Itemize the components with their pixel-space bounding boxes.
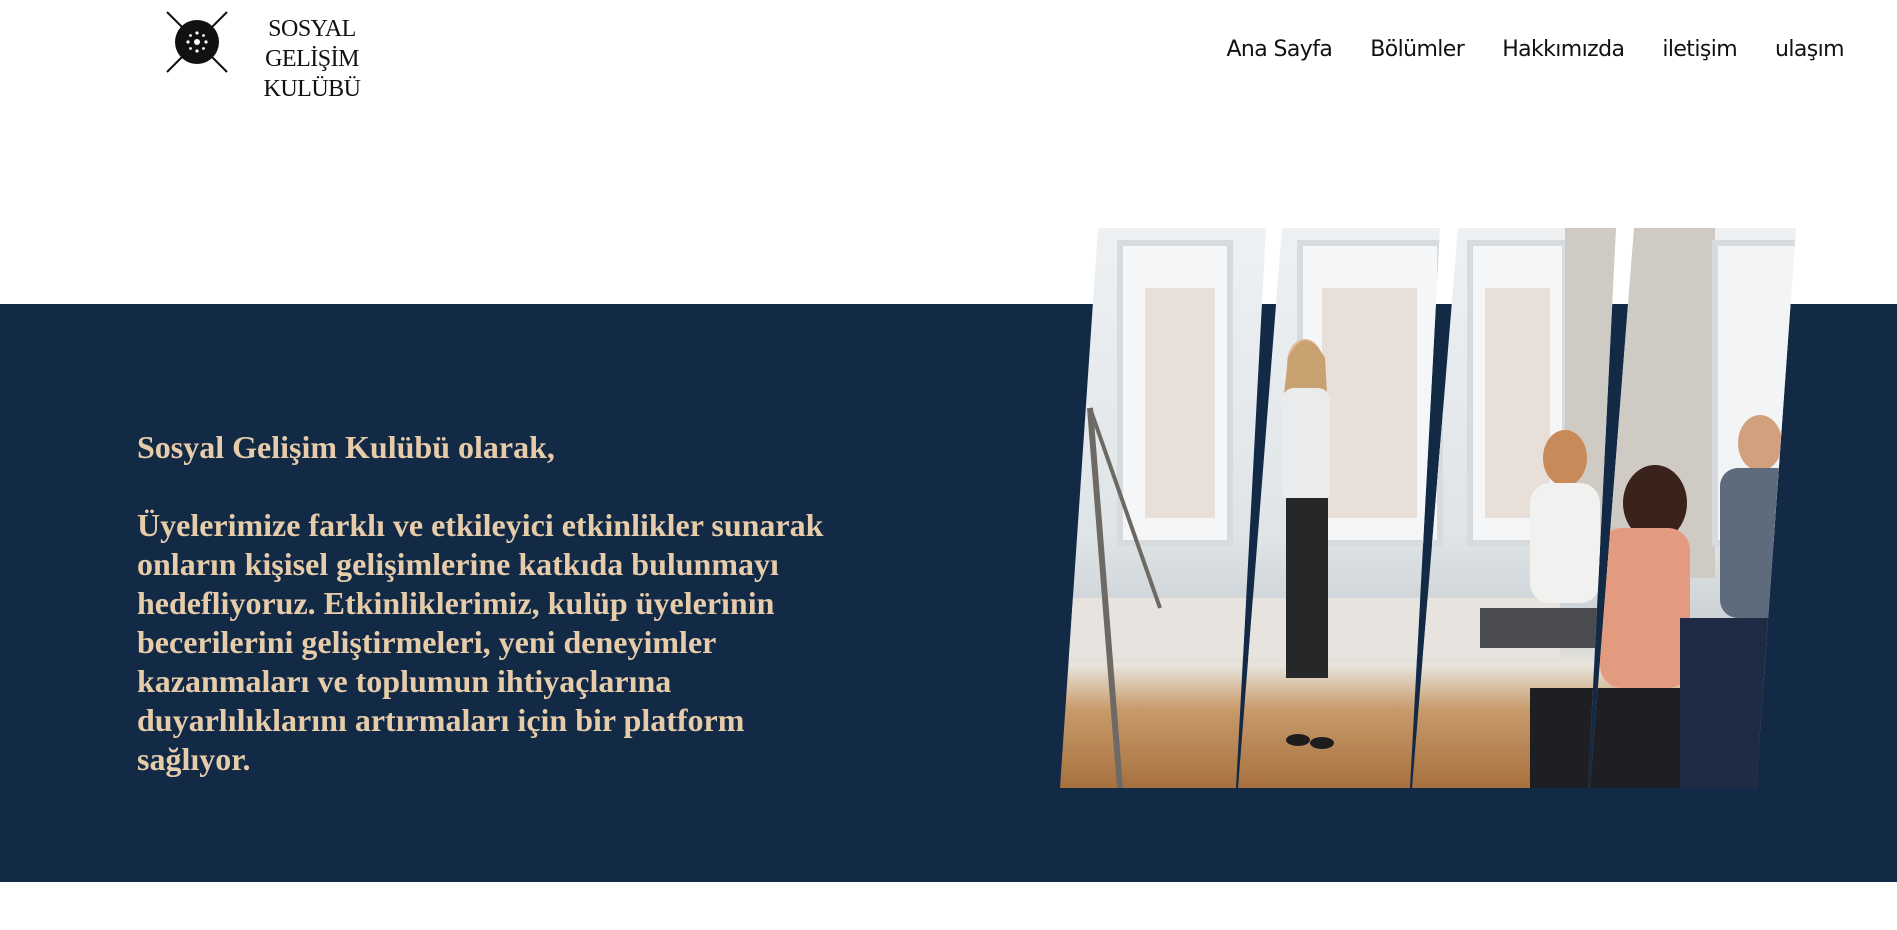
- nav-link-bolumler[interactable]: Bölümler: [1370, 34, 1465, 66]
- nav-link-ana-sayfa[interactable]: Ana Sayfa: [1226, 34, 1332, 66]
- logo-line-1: SOSYAL GELİŞİM: [265, 16, 359, 72]
- site-logo[interactable]: SOSYAL GELİŞİM KULÜBÜ: [165, 10, 405, 102]
- hero-body-line: onların kişisel gelişimlerine katkıda bu…: [137, 546, 779, 582]
- hero-body-line: sağlıyor.: [137, 741, 251, 777]
- hero-heading: Sosyal Gelişim Kulübü olarak,: [137, 429, 555, 465]
- nav-link-iletisim[interactable]: iletişim: [1662, 34, 1737, 66]
- logo-mark-icon: [166, 11, 228, 73]
- hero-body-line: duyarlılıklarını artırmaları için bir pl…: [137, 702, 745, 738]
- hero-photo-strips: [1060, 228, 1796, 788]
- hero-text-block: Sosyal Gelişim Kulübü olarak, Üyelerimiz…: [137, 428, 937, 779]
- hero-body-line: becerilerini geliştirmeleri, yeni deneyi…: [137, 624, 717, 660]
- site-header: SOSYAL GELİŞİM KULÜBÜ Ana Sayfa Bölümler…: [0, 0, 1897, 102]
- hero-body-line: Üyelerimize farklı ve etkileyici etkinli…: [137, 507, 824, 543]
- logo-wordmark: SOSYAL GELİŞİM KULÜBÜ: [227, 14, 397, 104]
- main-nav: Ana Sayfa Bölümler Hakkımızda iletişim u…: [1226, 34, 1844, 66]
- nav-link-hakkimizda[interactable]: Hakkımızda: [1502, 34, 1625, 66]
- hero-body-line: kazanmaları ve toplumun ihtiyaçlarına: [137, 663, 672, 699]
- nav-link-ulasim[interactable]: ulaşım: [1775, 34, 1845, 66]
- hero-body-line: hedefliyoruz. Etkinliklerimiz, kulüp üye…: [137, 585, 775, 621]
- logo-line-2: KULÜBÜ: [263, 76, 362, 102]
